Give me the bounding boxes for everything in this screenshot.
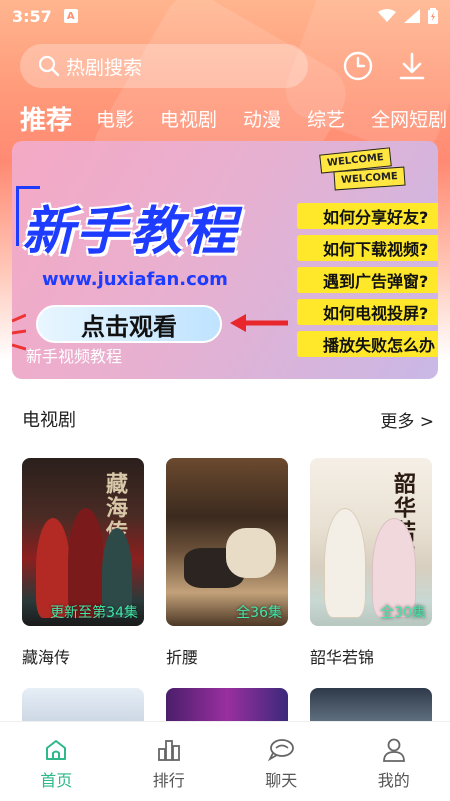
banner-title: 新手教程 — [22, 202, 239, 262]
nav-label: 首页 — [40, 770, 73, 790]
history-button[interactable] — [338, 46, 378, 86]
question-item: 遇到广告弹窗? — [297, 267, 438, 293]
series-title: 韶华若锦 — [310, 648, 375, 667]
tutorial-banner[interactable]: WELCOME WELCOME 新手教程 www.juxiafan.com 点击… — [12, 141, 438, 379]
status-bar: 3:57 A — [0, 0, 450, 32]
tab-movies[interactable]: 电影 — [96, 105, 134, 132]
category-tabs: 推荐 电影 电视剧 动漫 综艺 全网短剧 — [20, 98, 450, 138]
nav-home[interactable]: 首页 — [0, 722, 113, 801]
battery-icon — [428, 8, 438, 24]
wifi-icon — [378, 9, 396, 22]
question-item: 如何分享好友? — [297, 203, 438, 229]
series-title: 折腰 — [166, 648, 199, 667]
series-card[interactable]: 藏海传 更新至第34集 藏海传 — [22, 458, 144, 668]
profile-icon — [382, 738, 405, 762]
tab-variety[interactable]: 综艺 — [307, 105, 345, 132]
signal-icon — [404, 9, 420, 23]
poster-figure — [324, 508, 366, 618]
tab-anime[interactable]: 动漫 — [243, 105, 281, 132]
download-button[interactable] — [392, 46, 432, 86]
tab-recommend[interactable]: 推荐 — [20, 100, 72, 137]
series-poster[interactable]: 藏海传 更新至第34集 — [22, 458, 144, 626]
episode-badge: 全30集 — [380, 605, 426, 621]
nav-ranking[interactable]: 排行 — [113, 722, 226, 801]
question-item: 播放失败怎么办 — [297, 331, 438, 357]
question-item: 如何电视投屏? — [297, 299, 438, 325]
search-icon — [38, 55, 60, 77]
notification-icon: A — [63, 9, 78, 23]
bottom-navigation: 首页 排行 聊天 我的 — [0, 721, 450, 801]
banner-subtitle: 新手视频教程 — [26, 347, 123, 366]
ranking-icon — [157, 739, 180, 761]
search-row: 热剧搜索 — [20, 44, 440, 88]
status-time: 3:57 — [12, 6, 52, 26]
tab-short-drama[interactable]: 全网短剧 — [371, 105, 447, 132]
nav-label: 我的 — [377, 770, 410, 790]
banner-url: www.juxiafan.com — [42, 269, 228, 290]
tab-tv-series[interactable]: 电视剧 — [160, 105, 217, 132]
episode-badge: 全36集 — [236, 605, 282, 621]
status-icons — [378, 8, 438, 24]
question-list: 如何分享好友? 如何下载视频? 遇到广告弹窗? 如何电视投屏? 播放失败怎么办 — [297, 203, 438, 363]
series-card[interactable]: 全36集 折腰 — [166, 458, 288, 668]
episode-badge: 更新至第34集 — [50, 605, 138, 621]
banner-decoration — [12, 313, 26, 351]
search-placeholder: 热剧搜索 — [66, 56, 143, 79]
arrow-left-icon — [230, 314, 288, 332]
welcome-sign: WELCOME — [333, 166, 406, 191]
download-icon — [399, 52, 425, 80]
series-card[interactable]: 韶华若锦 全30集 韶华若锦 — [310, 458, 432, 668]
series-poster[interactable]: 韶华若锦 全30集 — [310, 458, 432, 626]
series-poster[interactable]: 全36集 — [166, 458, 288, 626]
nav-label: 聊天 — [265, 770, 298, 790]
poster-figure — [226, 528, 276, 578]
home-icon — [46, 739, 67, 760]
section-header: 电视剧 更多 > — [22, 404, 434, 434]
watch-button[interactable]: 点击观看 — [36, 305, 222, 343]
nav-profile[interactable]: 我的 — [338, 722, 450, 801]
nav-label: 排行 — [152, 770, 185, 790]
more-link[interactable]: 更多 > — [380, 407, 434, 432]
chat-icon — [268, 738, 295, 761]
search-input[interactable]: 热剧搜索 — [20, 44, 308, 88]
question-item: 如何下载视频? — [297, 235, 438, 261]
section-title: 电视剧 — [22, 410, 76, 431]
tv-series-list: 藏海传 更新至第34集 藏海传 全36集 折腰 韶华若锦 全30集 韶华若锦 — [22, 458, 432, 668]
nav-chat[interactable]: 聊天 — [225, 722, 338, 801]
clock-icon — [343, 51, 373, 81]
series-title: 藏海传 — [22, 648, 71, 667]
